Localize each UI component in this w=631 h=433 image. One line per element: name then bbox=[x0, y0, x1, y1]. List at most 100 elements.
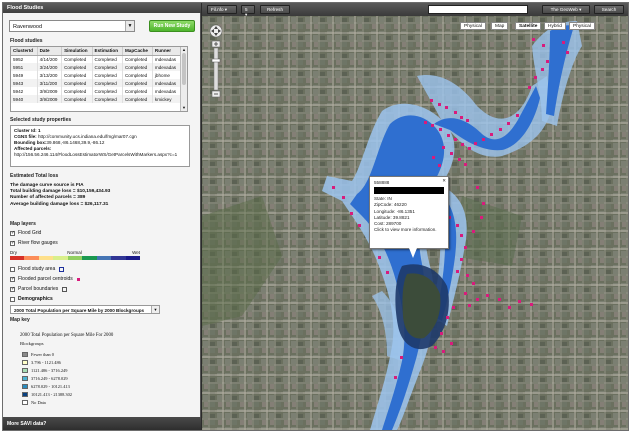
bbox-label: Bounding box: bbox=[14, 140, 47, 145]
table-cell: Completed bbox=[92, 87, 123, 95]
river-gauges-checkbox[interactable] bbox=[10, 240, 15, 246]
table-row[interactable]: 5952 4/14/200 Completed Completed Completed m… bbox=[11, 55, 182, 63]
table-row[interactable]: 5940 3/9/2009 Completed Completed Completed k… bbox=[11, 95, 182, 103]
map-key-item: 10121.413 - 21388.302 bbox=[22, 391, 72, 397]
map-key-swatch bbox=[22, 375, 28, 381]
search-button[interactable]: Search bbox=[594, 5, 624, 14]
column-header[interactable]: ClusterId bbox=[11, 47, 38, 56]
table-cell: Completed bbox=[122, 71, 153, 79]
layer-study-area[interactable]: Flood study area bbox=[10, 265, 65, 273]
study-area-checkbox[interactable] bbox=[10, 266, 15, 272]
map-type-hybrid[interactable]: Hybrid bbox=[544, 22, 566, 30]
map-key-item: 3716.249 - 6278.029 bbox=[22, 375, 68, 381]
layer-flooded-parcels[interactable]: Flooded parcel centroids bbox=[10, 275, 80, 283]
map-key-swatch bbox=[22, 351, 28, 357]
cgns-link[interactable]: http://community.ucs.indiana.edu/fmg/mar… bbox=[38, 134, 137, 139]
popup-pointer bbox=[409, 248, 417, 258]
layer-river-gauges[interactable]: River flow gauges bbox=[10, 239, 58, 247]
map-type-satellite[interactable]: Satellite bbox=[515, 22, 542, 30]
filter-select[interactable]: Fil.nfo ▾ bbox=[207, 5, 237, 14]
zoom-select-value: 5 bbox=[245, 7, 248, 12]
flood-studies-panel: Flood Studies Ravenwood ▼ Run New Study … bbox=[3, 3, 201, 430]
map-key-label: 10121.413 - 21388.302 bbox=[31, 391, 72, 397]
scroll-thumb[interactable] bbox=[182, 53, 186, 85]
pan-zoom-control[interactable] bbox=[208, 23, 224, 105]
table-cell: Completed bbox=[61, 71, 93, 79]
demographics-checkbox[interactable] bbox=[10, 296, 15, 302]
table-row[interactable]: 5942 3/9/2009 Completed Completed Completed m… bbox=[11, 87, 182, 95]
demographics-select[interactable]: 2000 Total Population per Square Mile by… bbox=[10, 305, 160, 314]
map-key: 2000 Total Population per Square Mile Fo… bbox=[10, 323, 196, 413]
column-header[interactable]: Date bbox=[37, 47, 63, 56]
table-cell: Completed bbox=[92, 63, 123, 71]
map-canvas[interactable]: Physical Map Satellite Hybrid Physical ✕… bbox=[202, 16, 628, 430]
more-info-link[interactable]: Click to view more information. bbox=[374, 227, 444, 233]
map-type-physical-left[interactable]: Physical bbox=[460, 22, 486, 30]
scroll-down-icon[interactable]: ▼ bbox=[181, 105, 187, 111]
layer-parcel-boundaries[interactable]: Parcel boundaries bbox=[10, 285, 68, 293]
map-key-item: 1121.486 - 3716.249 bbox=[22, 367, 67, 373]
loss-heading: Estimated Total loss bbox=[10, 173, 59, 179]
zoom-select[interactable]: 5 ▾ bbox=[241, 5, 255, 17]
study-select[interactable]: Ravenwood ▼ bbox=[9, 20, 135, 32]
parcels-link[interactable]: http://156.56.246.114/FloodLossEstimator… bbox=[14, 152, 186, 158]
column-header[interactable]: Runner bbox=[152, 47, 182, 56]
table-scrollbar[interactable]: ▲ ▼ bbox=[180, 47, 187, 111]
search-input[interactable] bbox=[428, 5, 528, 14]
layer-flood-grid[interactable]: Flood Grid bbox=[10, 229, 41, 237]
table-row[interactable]: 5943 3/11/200 Completed Completed Completed m… bbox=[11, 79, 182, 87]
table-cell: Completed bbox=[122, 79, 153, 87]
table-cell: 3/24/200 bbox=[37, 63, 63, 71]
parcel-marker-swatch bbox=[76, 277, 80, 281]
map-key-swatch bbox=[22, 399, 28, 405]
search-scope-value: The GeoWeb bbox=[550, 7, 578, 12]
table-cell: Completed bbox=[61, 79, 93, 87]
map-type-physical-right[interactable]: Physical bbox=[569, 22, 595, 30]
table-cell: Completed bbox=[92, 79, 123, 87]
flood-grid-checkbox[interactable] bbox=[10, 230, 15, 236]
search-scope-select[interactable]: The GeoWeb ▾ bbox=[542, 5, 590, 14]
close-icon[interactable]: ✕ bbox=[442, 178, 446, 184]
studies-table: ClusterId Date Simulation Estimation MapCach… bbox=[10, 46, 188, 112]
table-cell: 5942 bbox=[11, 87, 38, 95]
run-new-study-button[interactable]: Run New Study bbox=[149, 20, 195, 32]
map-key-label: Fewer than 0 bbox=[31, 351, 54, 357]
study-properties-box: Cluster Id: 1 CGNS file: http://communit… bbox=[10, 125, 190, 167]
table-cell: Completed bbox=[61, 95, 93, 103]
map-key-swatch bbox=[22, 367, 28, 373]
parcel-boundary-swatch bbox=[62, 286, 68, 292]
chevron-down-icon[interactable]: ▼ bbox=[151, 306, 159, 313]
table-cell: 5943 bbox=[11, 79, 38, 87]
map-key-swatch bbox=[22, 359, 28, 365]
map-key-label: 3.796 - 1121.486 bbox=[31, 359, 61, 365]
map-key-item: 6278.029 - 10121.413 bbox=[22, 383, 70, 389]
map-type-map[interactable]: Map bbox=[491, 22, 509, 30]
map-key-swatch bbox=[22, 383, 28, 389]
table-cell: 5949 bbox=[11, 71, 38, 79]
flooded-parcels-checkbox[interactable] bbox=[10, 276, 15, 282]
table-cell: Completed bbox=[122, 87, 153, 95]
study-selector-row: Ravenwood ▼ Run New Study bbox=[9, 20, 195, 33]
column-header[interactable]: Estimation bbox=[92, 47, 123, 56]
parcels-label: Affected parcels: bbox=[14, 146, 52, 151]
parcel-info-popup: ✕ 558888 State: IN ZipCode: 46220 Longit… bbox=[369, 176, 449, 249]
layer-label: Flood Grid bbox=[18, 230, 42, 236]
table-cell: Completed bbox=[92, 55, 123, 63]
map-key-subtitle: Blockgroups bbox=[20, 341, 44, 346]
chevron-down-icon[interactable]: ▼ bbox=[125, 21, 134, 31]
table-cell: 4/14/200 bbox=[37, 55, 63, 63]
layer-demographics[interactable]: Demographics bbox=[10, 295, 53, 303]
refresh-button[interactable]: Refresh bbox=[260, 5, 290, 14]
parcel-boundaries-checkbox[interactable] bbox=[10, 286, 15, 292]
table-row[interactable]: 5949 3/13/200 Completed Completed Completed j… bbox=[11, 71, 182, 79]
column-header[interactable]: MapCache bbox=[122, 47, 153, 56]
map-key-label: No Data bbox=[31, 399, 46, 405]
flood-studies-heading: Flood studies bbox=[10, 38, 43, 44]
parcel-id: 558888 bbox=[374, 180, 390, 185]
column-header[interactable]: Simulation bbox=[61, 47, 93, 56]
table-row[interactable]: 5951 3/24/200 Completed Completed Completed m… bbox=[11, 63, 182, 71]
legend-wet: Wet bbox=[132, 250, 140, 255]
panel-title: Flood Studies bbox=[3, 3, 201, 13]
app-window: Flood Studies Ravenwood ▼ Run New Study … bbox=[2, 2, 629, 431]
more-data-link[interactable]: More SAVI data? bbox=[3, 417, 201, 430]
